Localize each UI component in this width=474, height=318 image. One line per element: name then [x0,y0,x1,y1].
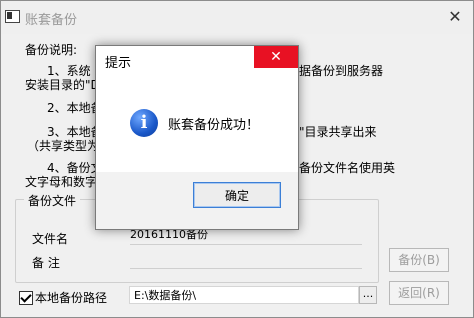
local-path-input[interactable]: E:\数据备份\ [129,286,359,304]
info-icon: i [130,109,158,137]
window-close-button[interactable]: ✕ [445,7,465,27]
instructions-heading: 备份说明: [25,43,78,57]
instruction-line-3b: "目录共享出来 [299,125,377,139]
back-button[interactable]: 返回(R) [389,281,449,305]
instruction-line-4b: 备份文件名使用英 [299,161,396,175]
instruction-line-4c: 文字母和数字 [25,175,98,189]
instruction-line-1c: 安装目录的"D [25,78,100,92]
local-path-label: 本地备份路径 [35,291,108,305]
dialog-message: 账套备份成功！ [168,118,260,133]
dialog-title: 提示 [105,56,132,71]
ok-button[interactable]: 确定 [193,182,281,208]
group-title: 备份文件 [24,192,81,209]
filename-label: 文件名 [32,232,69,246]
app-window-icon [5,10,20,23]
local-path-checkbox[interactable] [19,291,33,305]
note-label: 备 注 [32,256,60,270]
note-input[interactable] [130,250,362,269]
dialog-body: i 账套备份成功！ [96,72,298,172]
instruction-line-1b: 据备份到服务器 [299,64,384,78]
instruction-line-3c: （共享类型为 [27,139,100,153]
window-title: 账套备份 [25,13,78,28]
title-bar: 账套备份 ✕ [1,1,473,34]
backup-button[interactable]: 备份(B) [389,248,449,272]
dialog-title-bar: 提示 ✕ [96,46,298,72]
browse-button[interactable]: ... [359,286,377,304]
dialog-close-button[interactable]: ✕ [254,46,298,68]
message-dialog: 提示 ✕ i 账套备份成功！ 确定 [95,45,299,230]
